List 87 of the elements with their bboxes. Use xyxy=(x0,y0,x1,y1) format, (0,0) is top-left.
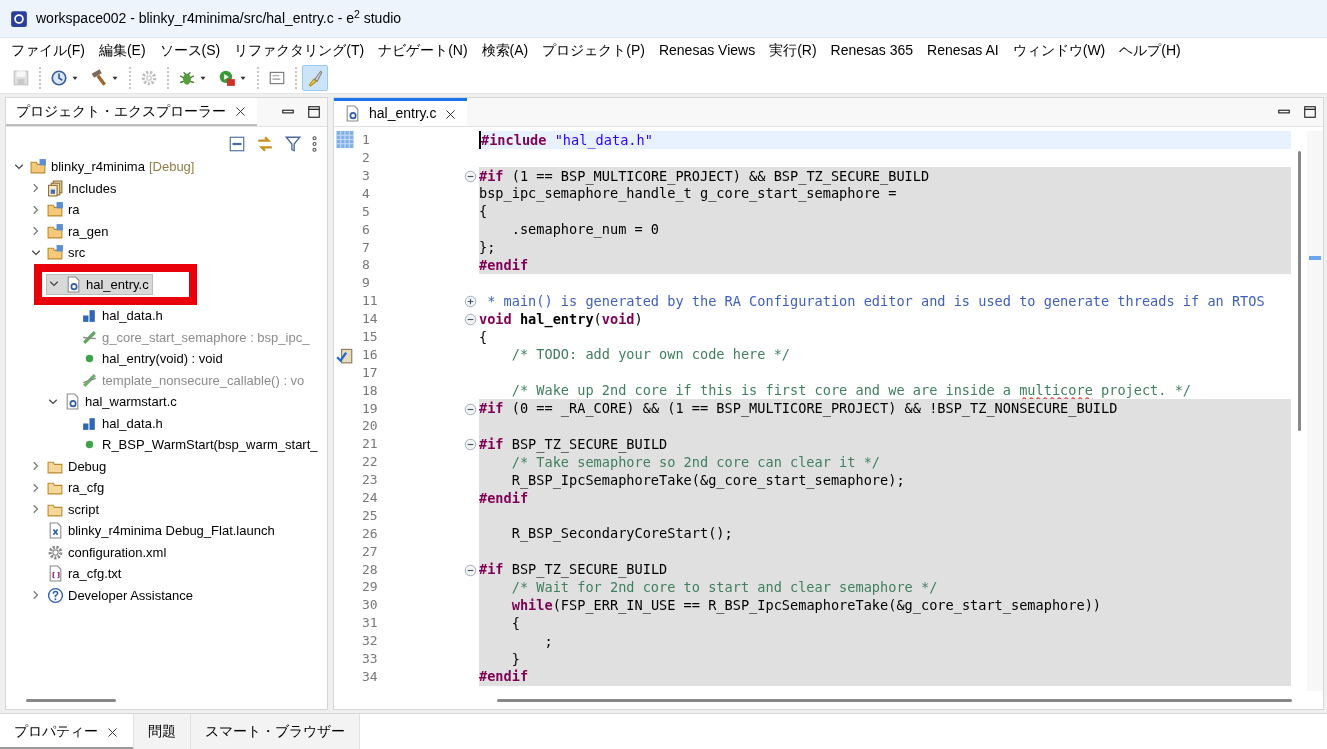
scrollbar[interactable] xyxy=(497,698,1292,702)
collapse-icon xyxy=(463,402,477,416)
maximize-icon xyxy=(307,105,321,119)
close-icon xyxy=(234,105,247,119)
tree-item[interactable]: hal_entry.c xyxy=(46,273,153,295)
menu-item[interactable]: Renesas Views xyxy=(651,39,763,61)
tree-item[interactable]: hal_warmstart.c xyxy=(46,391,180,413)
project-folder-icon xyxy=(30,158,47,176)
tree-item[interactable]: script xyxy=(29,498,103,520)
method-icon xyxy=(81,371,98,389)
menu-item[interactable]: 実行(R) xyxy=(762,39,824,61)
close-icon xyxy=(106,725,119,739)
scrollbar[interactable] xyxy=(26,698,116,702)
tree-item[interactable]: g_core_start_semaphore : bsp_ipc_ xyxy=(63,326,313,348)
window-title: workspace002 - blinky_r4minima/src/hal_entry.c - e$^{2}$ studio xyxy=(36,8,402,28)
tree-item[interactable]: blinky_r4minima Debug_Flat.launch xyxy=(29,520,278,542)
view-tab[interactable]: 問題 xyxy=(134,714,191,749)
menu-item[interactable]: ヘルプ(H) xyxy=(1112,39,1188,61)
editor-tab[interactable]: hal_entry.c xyxy=(334,98,468,126)
menu-item[interactable]: リファクタリング(T) xyxy=(227,39,372,61)
tree-item[interactable]: template_nonsecure_callable() : vo xyxy=(63,369,308,391)
tree-item[interactable]: ra_cfg xyxy=(29,477,108,499)
collapse-icon xyxy=(463,313,477,327)
tree-item[interactable]: Developer Assistance xyxy=(29,584,196,606)
tree-item[interactable]: ra xyxy=(29,199,83,221)
tree-item[interactable]: ra_gen xyxy=(29,220,112,242)
c-file-icon xyxy=(344,105,361,122)
code-line: { xyxy=(479,327,489,346)
library-icon xyxy=(47,179,64,197)
collapse-icon xyxy=(463,563,477,577)
source-folder-icon xyxy=(47,222,64,240)
menu-item[interactable]: ソース(S) xyxy=(152,39,228,61)
header-icon xyxy=(81,307,98,325)
c-file-icon xyxy=(64,393,81,411)
save-icon xyxy=(12,68,30,87)
menu-item[interactable]: Renesas 365 xyxy=(823,39,921,61)
link-editor-icon xyxy=(256,135,274,154)
code-line: /* Wake up 2nd core if this is first core and we are inside a multicore project. */ xyxy=(510,381,1193,400)
source-folder-icon xyxy=(47,244,64,262)
tree-item[interactable]: blinky_r4minima [Debug] xyxy=(12,156,198,178)
view-tab[interactable]: スマート・ブラウザー xyxy=(191,714,360,749)
collapse-icon xyxy=(463,170,477,184)
toolbar-button[interactable] xyxy=(302,64,328,91)
current-line-marker-icon xyxy=(335,131,355,149)
menu-item[interactable]: 検索(A) xyxy=(474,39,536,61)
view-tab[interactable]: プロジェクト・エクスプローラー xyxy=(6,98,257,126)
more-icon xyxy=(312,136,317,153)
tree-item[interactable]: hal_entry(void) : void xyxy=(63,348,226,370)
menu-item[interactable]: Renesas AI xyxy=(920,39,1006,61)
gear-icon xyxy=(140,68,158,87)
menu-item[interactable]: ナビゲート(N) xyxy=(371,39,475,61)
scrollbar[interactable] xyxy=(1297,151,1301,431)
help-icon xyxy=(47,586,64,604)
menu-item[interactable]: プロジェクト(P) xyxy=(535,39,652,61)
view-tab[interactable]: プロパティー xyxy=(0,714,134,749)
menu-item[interactable]: ウィンドウ(W) xyxy=(1005,39,1113,61)
close-icon xyxy=(444,107,458,121)
tree-item[interactable]: ra_cfg.txt xyxy=(29,563,125,585)
gear-icon xyxy=(47,543,64,561)
tree-item[interactable]: Includes xyxy=(29,177,120,199)
run-icon xyxy=(218,68,236,87)
menu-item[interactable]: ファイル(F) xyxy=(4,39,92,61)
c-file-icon xyxy=(65,275,82,293)
tree-item[interactable]: src xyxy=(29,242,89,264)
launch-file-icon xyxy=(47,522,64,540)
code-line: /* TODO: add your own code here */ xyxy=(510,345,791,364)
code-line: * main() is generated by the RA Configuration editor and is used to generate threads if an RTOS xyxy=(486,292,1266,310)
clock-icon xyxy=(50,68,68,87)
more-button[interactable] xyxy=(312,133,317,154)
expand-icon xyxy=(463,295,477,309)
menu-item[interactable]: 編集(E) xyxy=(91,39,153,61)
tree-item[interactable]: R_BSP_WarmStart(bsp_warm_start_ xyxy=(63,434,321,456)
hammer-icon xyxy=(90,68,108,87)
filter-icon xyxy=(284,135,302,154)
brush-icon xyxy=(306,68,324,87)
code-line: void hal_entry(void) xyxy=(479,309,644,328)
tree-item[interactable]: hal_data.h xyxy=(63,305,166,327)
collapse-icon xyxy=(463,438,477,452)
collapse-all-icon xyxy=(228,135,246,154)
tree-item[interactable]: Debug xyxy=(29,455,110,477)
text-file-icon xyxy=(47,565,64,583)
maximize-icon xyxy=(1303,105,1317,119)
tree-item[interactable]: configuration.xml xyxy=(29,541,170,563)
tree-item[interactable]: hal_data.h xyxy=(63,412,166,434)
source-folder-icon xyxy=(47,201,64,219)
variable-icon xyxy=(81,328,98,346)
app-logo-icon xyxy=(10,9,28,28)
